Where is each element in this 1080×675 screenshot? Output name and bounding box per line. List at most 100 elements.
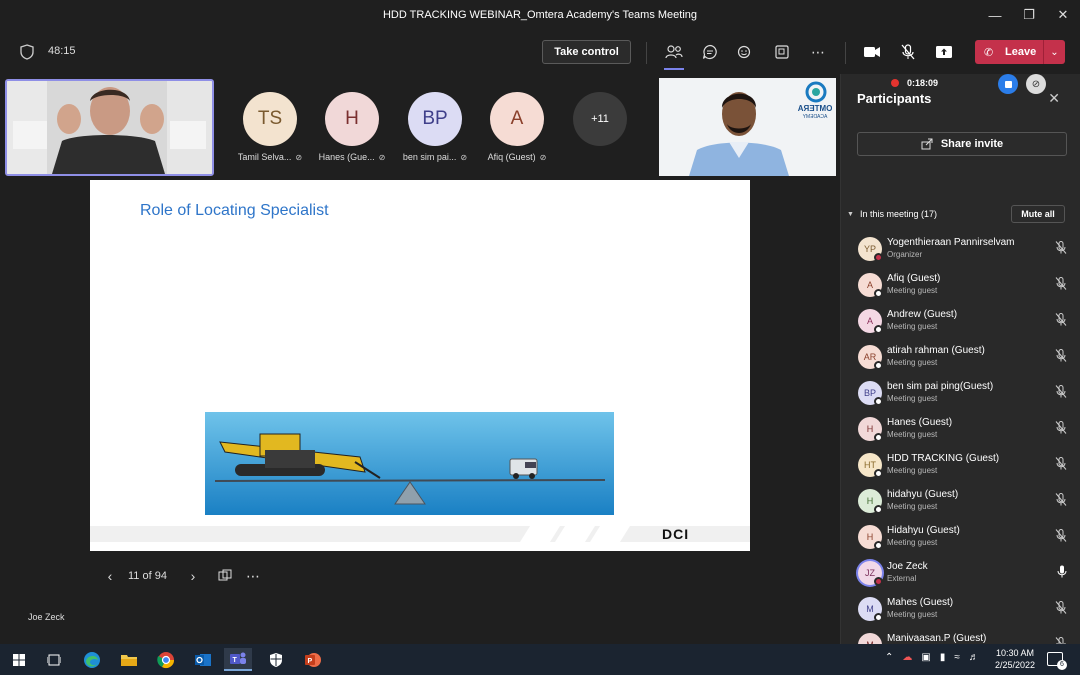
participants-panel: 0:18:09 ⊘ Participants ✕ Share invite ▼ … [840,74,1080,644]
presence-status-icon [874,289,883,298]
leave-button[interactable]: ✆ Leave ⌄ [975,40,1065,64]
security-shield-icon[interactable] [262,648,290,671]
participant-row[interactable]: A Andrew (Guest) Meeting guest [841,306,1080,342]
mic-off-icon[interactable] [1055,529,1067,545]
participant-row[interactable]: A Afiq (Guest) Meeting guest [841,270,1080,306]
mic-off-icon[interactable] [1055,493,1067,509]
mic-icon[interactable] [1057,565,1067,581]
participant-row[interactable]: M Manivaasan.P (Guest) [841,630,1080,644]
mic-off-icon[interactable] [1055,277,1067,293]
mic-off-icon: ⊘ [460,152,468,162]
windows-start-icon[interactable] [5,648,33,671]
sync-slides-icon[interactable] [215,566,235,586]
participant-row[interactable]: JZ Joe Zeck External [841,558,1080,594]
participant-name: HDD TRACKING (Guest) [887,453,1000,464]
share-screen-icon[interactable] [934,42,954,62]
share-invite-button[interactable]: Share invite [857,132,1067,156]
reactions-icon[interactable] [735,42,755,62]
notifications-icon[interactable]: 6 [1047,652,1067,670]
more-options-icon[interactable]: ⋯ [243,566,263,586]
notification-count: 6 [1057,660,1067,670]
participant-name: Afiq (Guest) [887,273,941,284]
volume-icon[interactable]: ♬ [969,652,979,663]
camera-icon[interactable] [862,42,882,62]
participant-row[interactable]: H Hanes (Guest) Meeting guest [841,414,1080,450]
battery-icon[interactable]: ▮ [940,652,946,663]
chevron-down-icon[interactable]: ⌄ [1043,40,1065,64]
slide-title: Role of Locating Specialist [140,202,329,219]
task-view-icon[interactable] [40,648,68,671]
avatar: BP [408,92,462,146]
teams-icon[interactable]: T [224,648,252,671]
recording-time: 0:18:09 [907,78,939,88]
system-clock[interactable]: 10:30 AM 2/25/2022 [995,647,1035,671]
window-controls: — ❐ ✕ [978,0,1080,30]
presentation-slide[interactable]: Role of Locating Specialist DCI [90,180,750,551]
display-icon[interactable]: ▣ [921,652,930,663]
mic-off-icon: ⊘ [295,152,303,162]
in-meeting-header[interactable]: ▼ In this meeting (17) [847,209,937,219]
powerpoint-icon[interactable]: P [299,648,327,671]
participant-role: Meeting guest [887,502,938,511]
more-participants-tile[interactable]: +11 [560,92,640,146]
more-options-icon[interactable]: ⋯ [808,42,828,62]
chrome-icon[interactable] [152,648,180,671]
participant-name: Andrew (Guest) [887,309,958,320]
participant-tile[interactable]: H Hanes (Gue... ⊘ [312,92,392,162]
participant-row[interactable]: M Mahes (Guest) Meeting guest [841,594,1080,630]
mic-off-icon[interactable] [1055,457,1067,473]
take-control-button[interactable]: Take control [542,40,631,64]
avatar: A [490,92,544,146]
people-icon[interactable] [664,42,684,70]
edge-icon[interactable] [78,648,106,671]
mic-off-icon[interactable] [1055,385,1067,401]
participant-row[interactable]: YP Yogenthieraan Pannirselvam Organizer [841,234,1080,270]
participant-role: Meeting guest [887,322,938,331]
close-icon[interactable]: ✕ [1046,0,1080,30]
chat-icon[interactable] [700,42,720,62]
guest-video[interactable]: OMTERA ACADEMY [659,78,836,176]
next-slide-icon[interactable]: › [183,566,203,586]
mute-all-button[interactable]: Mute all [1011,205,1065,223]
mic-off-icon[interactable] [1055,349,1067,365]
participant-role: Meeting guest [887,394,938,403]
participant-row[interactable]: HT HDD TRACKING (Guest) Meeting guest [841,450,1080,486]
window-title: HDD TRACKING WEBINAR_Omtera Academy's Te… [382,9,698,21]
wifi-icon[interactable]: ≈ [954,652,960,663]
stop-recording-button[interactable] [998,74,1018,94]
presenter-video[interactable] [5,79,214,176]
mic-off-icon[interactable] [1055,241,1067,257]
network-alert-icon[interactable]: ☁ [902,652,912,663]
participant-row[interactable]: Hhidahyu (Guest) Meeting guest [841,486,1080,522]
participant-name: Yogenthieraan Pannirselvam [887,237,1015,248]
participant-tile[interactable]: BP ben sim pai... ⊘ [395,92,475,162]
chevron-up-icon[interactable]: ⌃ [885,652,893,663]
file-explorer-icon[interactable] [115,648,143,671]
clock-date: 2/25/2022 [995,660,1036,670]
dci-logo: DCI [662,526,690,542]
participant-tile[interactable]: A Afiq (Guest) ⊘ [477,92,557,162]
participant-row[interactable]: H Hidahyu (Guest) Meeting guest [841,522,1080,558]
participant-row[interactable]: BP ben sim pai ping(Guest) Meeting guest [841,378,1080,414]
close-panel-icon[interactable]: ✕ [1048,90,1060,107]
participant-name: Joe Zeck [887,561,928,572]
participant-row[interactable]: AR atirah rahman (Guest) Meeting guest [841,342,1080,378]
participant-tile[interactable]: TS Tamil Selva... ⊘ [230,92,310,162]
mic-off-icon: ⊘ [378,152,386,162]
presence-status-icon [874,577,883,586]
mic-off-icon[interactable] [1055,601,1067,617]
outlook-icon[interactable] [189,648,217,671]
presence-status-icon [874,613,883,622]
restore-icon[interactable]: ❐ [1012,0,1046,30]
mic-off-icon[interactable] [1055,637,1067,644]
presence-status-icon [874,397,883,406]
mic-off-icon[interactable] [1055,313,1067,329]
share-icon [921,138,933,150]
share-tray-icon[interactable] [772,42,792,62]
mute-recording-icon[interactable]: ⊘ [1026,74,1046,94]
mic-off-icon[interactable] [898,42,918,62]
minimize-icon[interactable]: — [978,0,1012,30]
mic-off-icon[interactable] [1055,421,1067,437]
shield-icon[interactable] [20,44,34,60]
previous-slide-icon[interactable]: ‹ [100,566,120,586]
